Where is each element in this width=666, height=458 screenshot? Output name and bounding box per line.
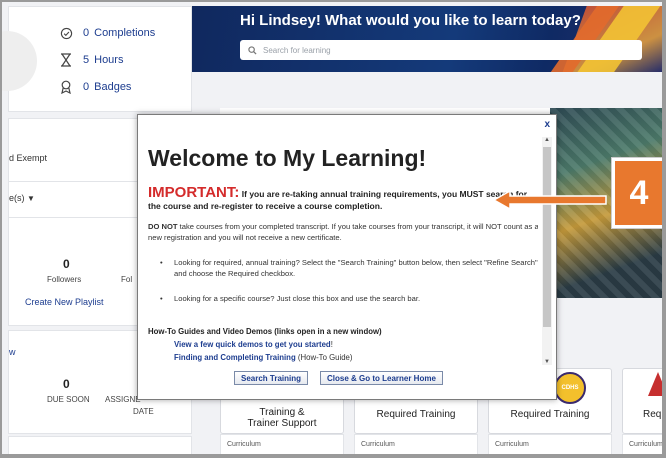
modal-title: Welcome to My Learning!	[148, 145, 427, 171]
tree-logo-icon	[648, 372, 666, 396]
close-go-home-button[interactable]: Close & Go to Learner Home	[320, 371, 443, 385]
filter-label: e(s)	[9, 193, 25, 203]
search-input[interactable]: Search for learning	[240, 40, 642, 60]
scrollbar-thumb[interactable]	[543, 147, 551, 327]
cdhs-logo-text: CDHS	[561, 385, 579, 391]
stat-hours[interactable]: 5 Hours	[59, 50, 123, 70]
guide-link[interactable]: Finding and Completing Training (How-To …	[174, 353, 352, 362]
bullet-dot: •	[160, 258, 163, 267]
demos-link[interactable]: View a few quick demos to get you starte…	[174, 340, 333, 349]
tile-title: Required Training	[376, 409, 456, 420]
search-placeholder: Search for learning	[263, 45, 331, 55]
cdhs-logo-icon: CDHS	[554, 372, 586, 404]
tile-type-label: Curriculum	[227, 441, 261, 448]
hero-banner: Hi Lindsey! What would you like to learn…	[192, 6, 666, 72]
tile-footer: Curriculum	[488, 434, 612, 458]
view-link[interactable]: w	[9, 347, 16, 357]
bullet-text: Looking for a specific course? Just clos…	[174, 294, 421, 303]
important-colon: :	[234, 184, 240, 201]
assigned-label: ASSIGNE	[105, 395, 141, 404]
lower-card	[8, 436, 192, 456]
important-word: IMPORTANT	[148, 184, 235, 201]
bullet-text: Looking for required, annual training? S…	[174, 258, 538, 278]
stat-badges[interactable]: 0 Badges	[59, 77, 131, 97]
stat-completions[interactable]: 0 Completions	[59, 23, 155, 43]
search-icon	[248, 45, 257, 55]
completions-count: 0	[83, 27, 90, 39]
guide-link-tail: (How-To Guide)	[297, 353, 353, 362]
do-not-notice: DO NOT take courses from your completed …	[148, 221, 538, 243]
tile-footer: Curriculum	[354, 434, 478, 458]
followers-label[interactable]: Followers	[47, 275, 81, 284]
demos-link-text[interactable]: View a few quick demos to get you starte…	[174, 340, 331, 349]
followers-count: 0	[63, 257, 70, 271]
tile-title: Required Training	[510, 409, 590, 420]
do-not-text: take courses from your completed transcr…	[148, 222, 538, 242]
filter-dropdown[interactable]: e(s) ▼	[9, 193, 35, 203]
tile-type-label: Curriculum	[629, 441, 663, 448]
profile-card: 0 Completions 5 Hours 0 Badges	[0, 6, 192, 112]
badges-count: 0	[83, 81, 90, 93]
avatar	[0, 31, 37, 91]
tile-title: Training & Trainer Support	[247, 407, 317, 429]
bullet-dot: •	[160, 294, 163, 303]
tile-footer: Curriculum	[622, 434, 666, 458]
close-icon[interactable]: x	[544, 119, 550, 130]
learning-home-page: 0 Completions 5 Hours 0 Badges d Exempt	[0, 0, 666, 458]
hours-count: 5	[83, 54, 90, 66]
modal-scrollbar[interactable]: ▲ ▼	[542, 137, 552, 365]
exempt-label: d Exempt	[9, 153, 48, 163]
tile-type-label: Curriculum	[495, 441, 529, 448]
bullet-item: • Looking for a specific course? Just cl…	[160, 293, 538, 304]
welcome-modal: x Welcome to My Learning! IMPORTANT: If …	[137, 114, 557, 400]
hourglass-icon	[59, 53, 73, 67]
step-number-badge: 4	[612, 158, 666, 228]
hours-label: Hours	[94, 54, 124, 66]
important-notice: IMPORTANT: If you are re-taking annual t…	[148, 184, 538, 212]
due-soon-label: DUE SOON	[47, 395, 90, 404]
demos-link-tail: !	[330, 340, 333, 349]
tile-type-label: Curriculum	[361, 441, 395, 448]
greeting-heading: Hi Lindsey! What would you like to learn…	[240, 12, 581, 29]
tile-footer: Curriculum	[220, 434, 344, 458]
following-label[interactable]: Fol	[121, 275, 132, 284]
check-circle-icon	[59, 26, 73, 40]
arrow-left-icon	[492, 189, 607, 211]
completions-label: Completions	[94, 27, 156, 39]
bullet-item: • Looking for required, annual training?…	[160, 257, 538, 279]
do-not-word: DO NOT	[148, 222, 178, 231]
scroll-down-icon[interactable]: ▼	[544, 359, 550, 365]
create-playlist-link[interactable]: Create New Playlist	[25, 297, 104, 307]
tile-title: Req	[643, 409, 662, 420]
badge-icon	[59, 80, 73, 94]
scroll-up-icon[interactable]: ▲	[544, 137, 550, 143]
date-label: DATE	[133, 407, 154, 416]
due-soon-count: 0	[63, 377, 70, 391]
guide-link-text[interactable]: Finding and Completing Training	[174, 353, 296, 362]
howto-heading: How-To Guides and Video Demos (links ope…	[148, 327, 382, 336]
search-training-button[interactable]: Search Training	[234, 371, 309, 385]
chevron-down-icon: ▼	[27, 194, 35, 203]
modal-content: Welcome to My Learning! IMPORTANT: If yo…	[146, 115, 538, 365]
badges-label: Badges	[94, 81, 132, 93]
